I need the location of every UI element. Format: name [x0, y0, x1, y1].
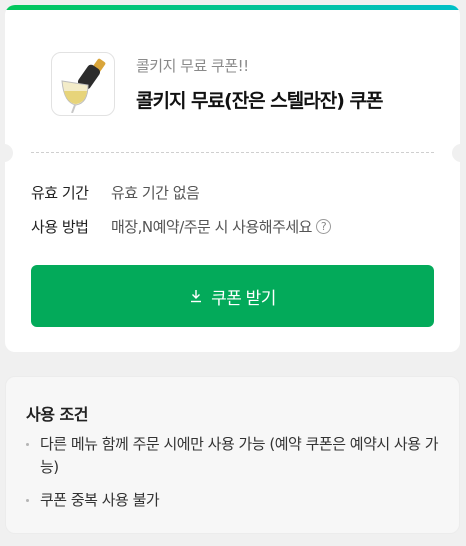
validity-label: 유효 기간: [31, 184, 89, 202]
help-icon[interactable]: ?: [315, 219, 331, 234]
download-icon: [189, 289, 203, 303]
dashed-divider: [31, 152, 434, 153]
coupon-title: 콜키지 무료(잔은 스텔라잔) 쿠폰: [136, 90, 383, 112]
usage-conditions-panel: 사용 조건 다른 메뉴 함께 주문 시에만 사용 가능 (예약 쿠폰은 예약시 …: [5, 376, 460, 534]
condition-item: 다른 메뉴 함께 주문 시에만 사용 가능 (예약 쿠폰은 예약시 사용 가능): [26, 433, 441, 479]
coupon-thumbnail: [51, 52, 115, 116]
usage-row: 사용 방법 매장,N예약/주문 시 사용해주세요 ?: [31, 216, 331, 237]
coupon-card: 콜키지 무료 쿠폰!! 콜키지 무료(잔은 스텔라잔) 쿠폰 유효 기간 유효 …: [5, 5, 460, 352]
condition-text: 다른 메뉴 함께 주문 시에만 사용 가능 (예약 쿠폰은 예약시 사용 가능): [40, 435, 439, 476]
accent-bar: [5, 5, 460, 10]
condition-item: 쿠폰 중복 사용 불가: [26, 489, 441, 512]
wine-pouring-icon: [61, 58, 106, 113]
validity-row: 유효 기간 유효 기간 없음: [31, 182, 200, 203]
ticket-notch-left: [5, 144, 13, 162]
conditions-title: 사용 조건: [26, 405, 88, 424]
ticket-notch-right: [452, 144, 460, 162]
validity-value: 유효 기간 없음: [111, 184, 200, 202]
condition-text: 쿠폰 중복 사용 불가: [40, 491, 160, 509]
bullet-dot: [26, 499, 29, 502]
usage-value: 매장,N예약/주문 시 사용해주세요: [111, 218, 312, 236]
coupon-subtitle: 콜키지 무료 쿠폰!!: [136, 57, 249, 75]
receive-coupon-button[interactable]: 쿠폰 받기: [31, 265, 434, 327]
receive-coupon-label: 쿠폰 받기: [211, 288, 276, 308]
bullet-dot: [26, 443, 29, 446]
usage-label: 사용 방법: [31, 218, 89, 236]
conditions-list: 다른 메뉴 함께 주문 시에만 사용 가능 (예약 쿠폰은 예약시 사용 가능)…: [26, 433, 441, 522]
